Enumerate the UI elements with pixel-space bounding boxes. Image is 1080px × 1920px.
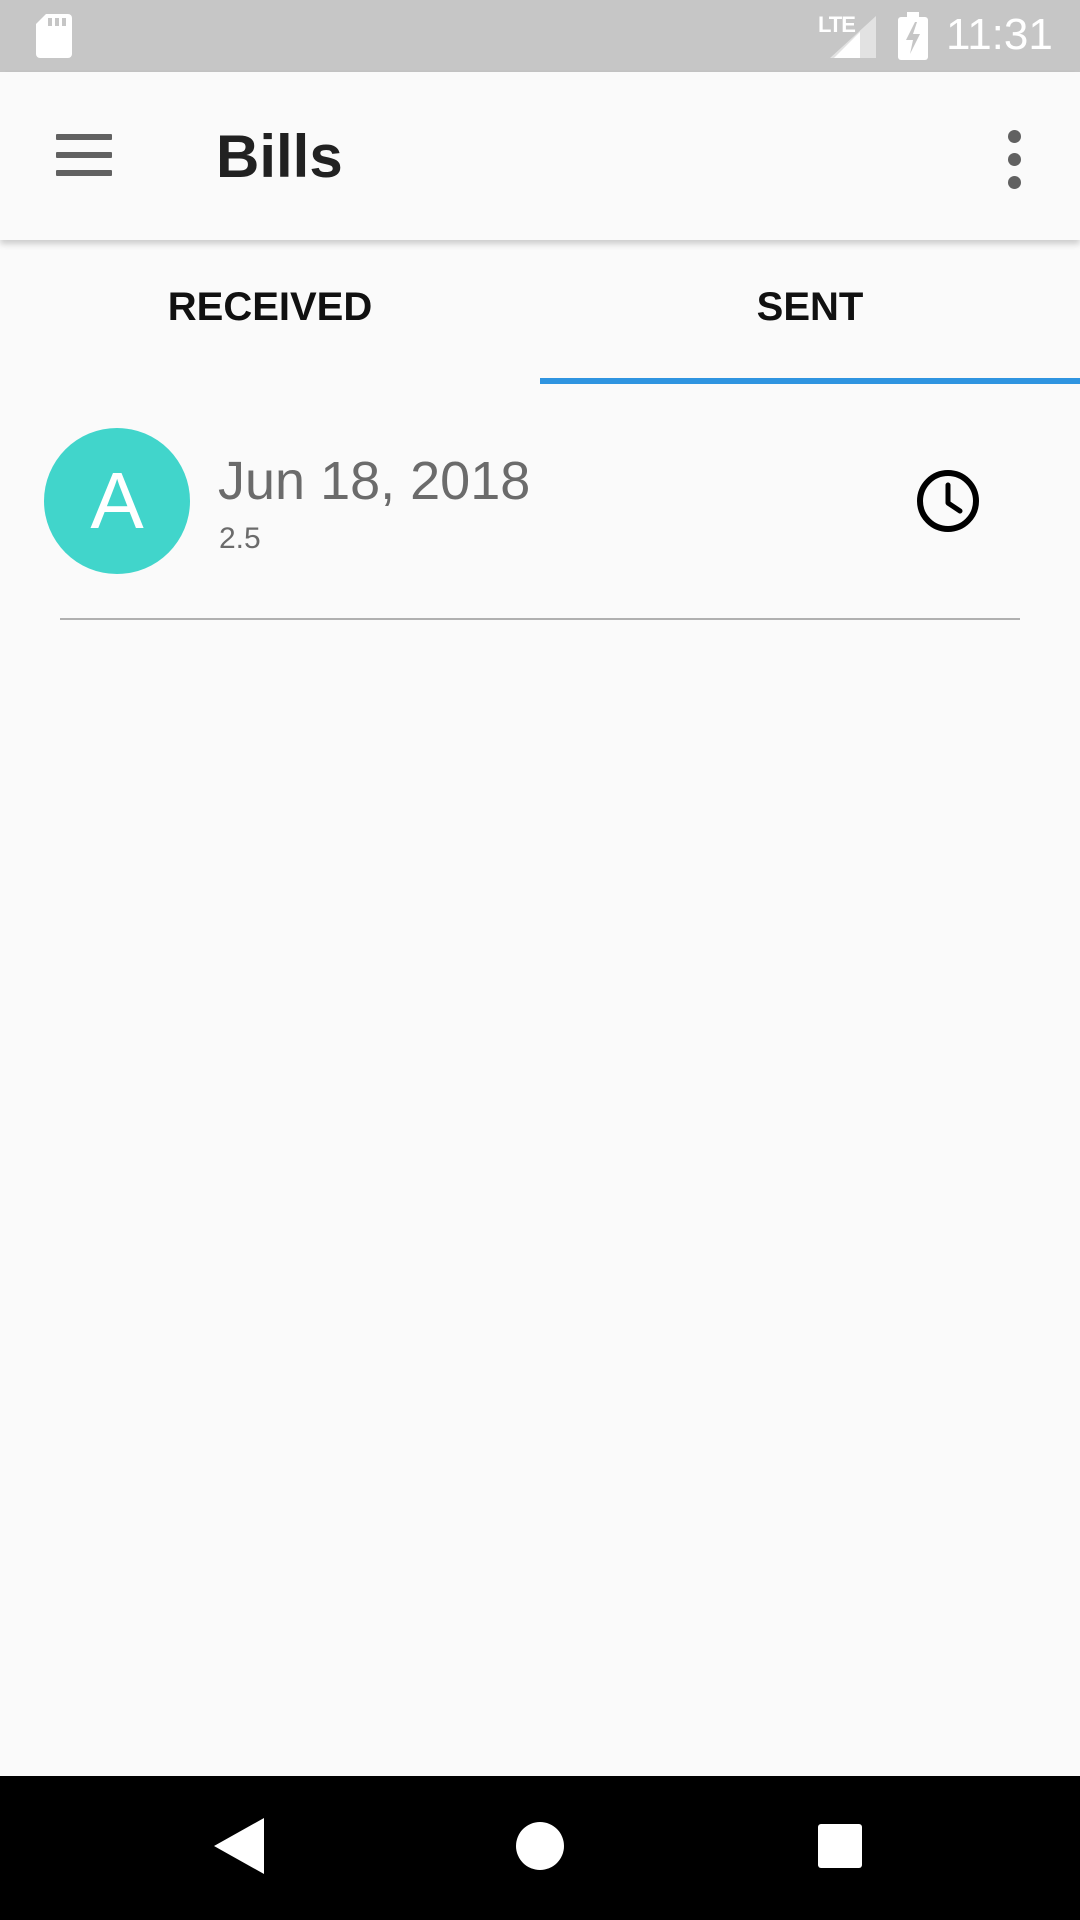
network-indicator: LTE: [818, 12, 876, 58]
more-vert-icon[interactable]: [992, 122, 1036, 198]
list-divider: [60, 618, 1020, 620]
status-time: 11:31: [946, 10, 1053, 59]
page-title: Bills: [216, 123, 343, 190]
home-icon[interactable]: [516, 1822, 564, 1870]
back-icon[interactable]: [214, 1818, 264, 1874]
app-bar: Bills: [0, 72, 1080, 240]
bill-amount: 2.5: [219, 522, 261, 555]
status-bar: LTE 11:31: [0, 0, 1080, 72]
avatar: A: [44, 428, 190, 574]
navigation-bar: [0, 1776, 1080, 1920]
recents-icon[interactable]: [818, 1824, 862, 1868]
tab-received[interactable]: RECEIVED: [0, 240, 540, 384]
tab-bar: RECEIVED SENT: [0, 240, 1080, 384]
network-type-label: LTE: [818, 12, 856, 37]
battery-charging-icon: [898, 12, 928, 60]
tab-sent[interactable]: SENT: [540, 240, 1080, 384]
clock-icon: [917, 470, 979, 532]
sd-card-icon: [36, 14, 72, 58]
menu-icon[interactable]: [40, 118, 130, 194]
bill-list-item[interactable]: A Jun 18, 2018 2.5: [0, 400, 1080, 620]
tab-indicator: [540, 378, 1080, 384]
bill-date: Jun 18, 2018: [218, 451, 531, 511]
